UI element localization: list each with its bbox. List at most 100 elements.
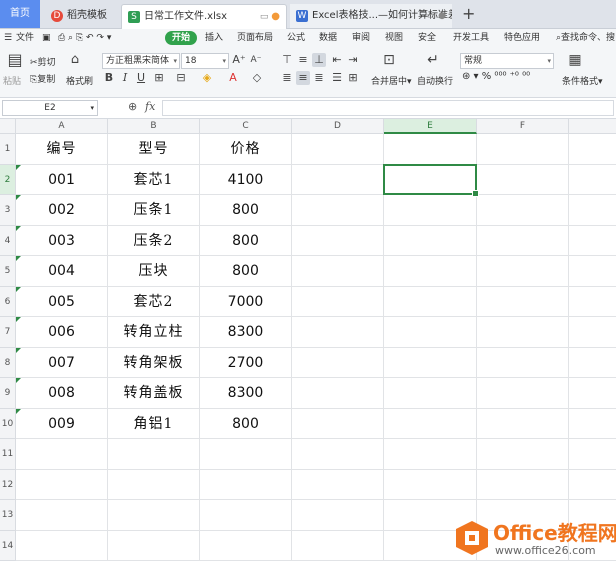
column-header-overflow[interactable] bbox=[569, 119, 616, 134]
table-cell[interactable] bbox=[477, 317, 569, 348]
copy-button[interactable]: ⎘复制 bbox=[30, 72, 55, 85]
column-header-b[interactable]: B bbox=[108, 119, 200, 134]
menu-tab-features[interactable]: 特色应用 bbox=[504, 31, 540, 45]
spreadsheet-grid[interactable]: A B C D E F 1 编号 型号 价格 2 001 套芯1 4100 3 002 压条1 800 4 003 压条… bbox=[0, 119, 616, 567]
table-cell[interactable] bbox=[477, 164, 569, 195]
merge-center-button[interactable]: 合并居中▾ bbox=[371, 74, 412, 87]
bold-icon[interactable]: B bbox=[102, 71, 116, 85]
table-cell[interactable] bbox=[108, 469, 200, 500]
merge-center-icon[interactable]: ⊡ bbox=[382, 53, 396, 67]
table-cell[interactable] bbox=[384, 286, 477, 317]
increase-font-icon[interactable]: A⁺ bbox=[232, 53, 246, 67]
table-cell[interactable] bbox=[292, 195, 384, 226]
table-cell[interactable] bbox=[108, 439, 200, 470]
conditional-format-icon[interactable]: ▦ bbox=[568, 53, 582, 67]
toolbar-icons[interactable]: ⎙ ⌕ ⎘ ↶ ↷ ▾ bbox=[58, 31, 111, 45]
table-cell[interactable] bbox=[384, 469, 477, 500]
wrap-text-button[interactable]: 自动换行 bbox=[417, 74, 453, 87]
fill-handle[interactable] bbox=[472, 190, 479, 197]
table-cell[interactable] bbox=[569, 317, 616, 348]
table-cell[interactable] bbox=[569, 226, 616, 256]
tab-home[interactable]: 首页 bbox=[0, 0, 40, 28]
row-header[interactable]: 9 bbox=[0, 378, 16, 409]
row-header[interactable]: 11 bbox=[0, 439, 16, 470]
table-cell[interactable] bbox=[384, 195, 477, 226]
name-box[interactable]: E2 ▾ bbox=[2, 100, 98, 116]
format-painter-button[interactable]: 格式刷 bbox=[66, 74, 93, 87]
table-cell[interactable]: 压条2 bbox=[108, 225, 200, 256]
column-header-e[interactable]: E bbox=[384, 119, 477, 134]
table-cell[interactable] bbox=[16, 500, 108, 531]
table-cell[interactable] bbox=[477, 439, 569, 470]
new-tab-icon[interactable]: + bbox=[462, 2, 475, 26]
row-header[interactable]: 6 bbox=[0, 286, 16, 317]
table-cell[interactable] bbox=[200, 469, 292, 500]
table-cell[interactable]: 型号 bbox=[108, 134, 200, 165]
merge-icon[interactable]: ⊟ bbox=[174, 71, 188, 85]
zoom-icon[interactable]: ⊕ bbox=[128, 100, 137, 113]
table-cell[interactable] bbox=[384, 347, 477, 378]
font-size-select[interactable]: 18 ▾ bbox=[181, 53, 229, 69]
table-cell[interactable]: 001 bbox=[16, 164, 108, 195]
format-painter-icon[interactable]: ⌂ bbox=[68, 53, 82, 67]
row-header[interactable]: 5 bbox=[0, 256, 16, 287]
table-cell[interactable]: 006 bbox=[16, 317, 108, 348]
menu-tab-insert[interactable]: 插入 bbox=[205, 31, 223, 45]
select-all-corner[interactable] bbox=[0, 119, 16, 134]
table-cell[interactable]: 压条1 bbox=[108, 195, 200, 226]
row-header[interactable]: 14 bbox=[0, 530, 16, 561]
table-cell[interactable] bbox=[292, 347, 384, 378]
decrease-font-icon[interactable]: A⁻ bbox=[249, 53, 263, 67]
table-cell[interactable]: 007 bbox=[16, 347, 108, 378]
table-cell[interactable] bbox=[384, 256, 477, 287]
table-cell[interactable] bbox=[384, 134, 477, 165]
menu-tab-review[interactable]: 审阅 bbox=[352, 31, 370, 45]
menu-tab-formulas[interactable]: 公式 bbox=[287, 31, 305, 45]
table-cell[interactable] bbox=[384, 225, 477, 256]
table-cell[interactable] bbox=[477, 286, 569, 317]
table-cell[interactable] bbox=[16, 530, 108, 561]
table-cell[interactable] bbox=[384, 317, 477, 348]
table-cell[interactable] bbox=[292, 164, 384, 195]
table-cell[interactable] bbox=[292, 256, 384, 287]
table-cell[interactable]: 套芯1 bbox=[108, 164, 200, 195]
column-header-f[interactable]: F bbox=[477, 119, 569, 134]
tab-excel-doc[interactable]: W Excel表格技...—如何计算标准差 ▭ ● bbox=[290, 4, 452, 28]
table-cell[interactable] bbox=[569, 195, 616, 226]
table-cell[interactable] bbox=[200, 439, 292, 470]
table-cell[interactable]: 2700 bbox=[200, 347, 292, 378]
table-cell[interactable] bbox=[384, 378, 477, 409]
row-header[interactable]: 7 bbox=[0, 317, 16, 348]
table-cell[interactable] bbox=[200, 500, 292, 531]
save-icon[interactable]: ▣ bbox=[42, 31, 51, 45]
table-cell[interactable] bbox=[292, 378, 384, 409]
row-header[interactable]: 3 bbox=[0, 195, 16, 226]
row-header[interactable]: 8 bbox=[0, 347, 16, 378]
table-cell[interactable] bbox=[292, 286, 384, 317]
table-cell[interactable] bbox=[200, 530, 292, 561]
menu-file[interactable]: 文件 bbox=[16, 31, 34, 45]
table-cell[interactable] bbox=[16, 439, 108, 470]
table-cell[interactable] bbox=[477, 225, 569, 256]
table-cell[interactable] bbox=[384, 408, 477, 439]
table-cell[interactable] bbox=[292, 408, 384, 439]
table-cell[interactable]: 800 bbox=[200, 195, 292, 226]
column-header-d[interactable]: D bbox=[292, 119, 384, 134]
table-cell[interactable] bbox=[292, 530, 384, 561]
tab-daoke-template[interactable]: D 稻壳模板 bbox=[45, 4, 119, 28]
distribute-icon[interactable]: ⊞ bbox=[346, 71, 360, 85]
table-cell[interactable]: 004 bbox=[16, 256, 108, 287]
table-cell[interactable] bbox=[569, 256, 616, 287]
table-cell[interactable] bbox=[16, 469, 108, 500]
cut-button[interactable]: ✂剪切 bbox=[30, 55, 56, 68]
table-cell[interactable] bbox=[477, 256, 569, 287]
underline-icon[interactable]: U bbox=[134, 71, 148, 85]
table-cell[interactable]: 转角架板 bbox=[108, 347, 200, 378]
table-cell[interactable]: 800 bbox=[200, 225, 292, 256]
table-cell[interactable]: 005 bbox=[16, 286, 108, 317]
menu-tab-home[interactable]: 开始 bbox=[165, 31, 198, 45]
row-header[interactable]: 1 bbox=[0, 134, 16, 165]
table-cell[interactable] bbox=[292, 134, 384, 165]
table-cell[interactable] bbox=[569, 134, 616, 165]
column-header-c[interactable]: C bbox=[200, 119, 292, 134]
